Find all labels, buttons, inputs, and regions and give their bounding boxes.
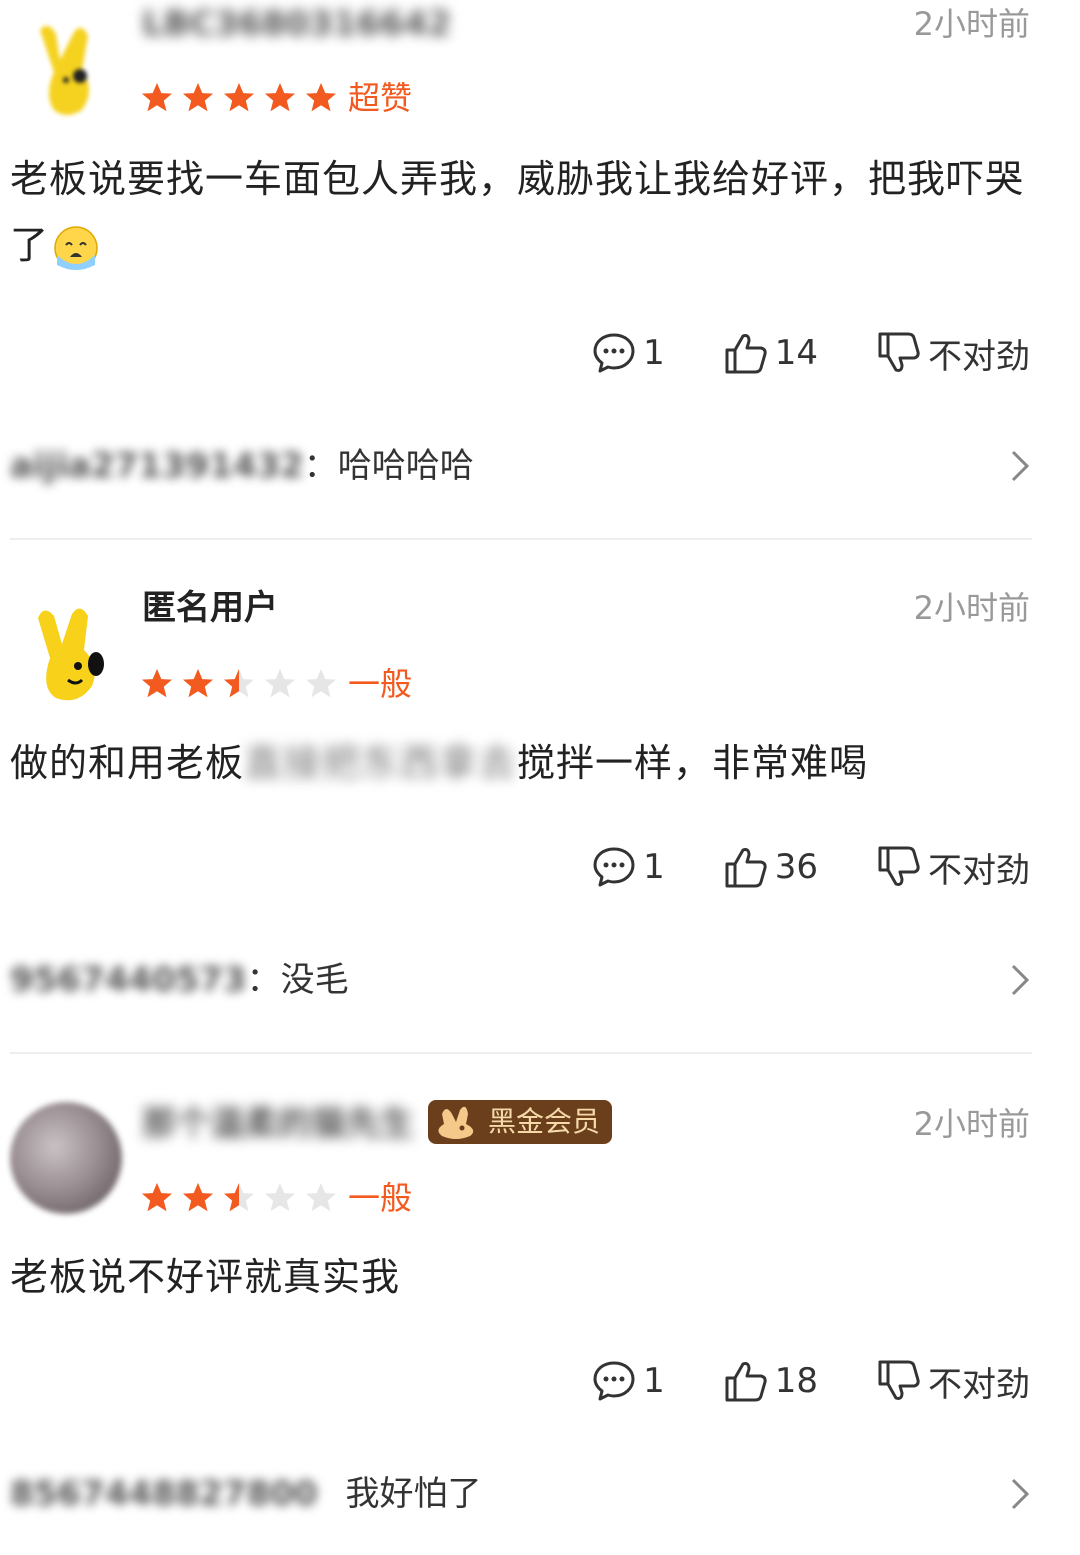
comment-count: 1 bbox=[643, 333, 665, 373]
divider bbox=[10, 538, 1032, 540]
avatar[interactable] bbox=[10, 1102, 122, 1214]
avatar[interactable] bbox=[10, 10, 122, 122]
thumbs-up-icon bbox=[725, 334, 767, 374]
thumbs-down-icon bbox=[878, 846, 920, 886]
reply-username: aijia271391432 bbox=[10, 446, 304, 486]
reply-username: 8567448827800 bbox=[10, 1474, 318, 1514]
dislike-button[interactable]: 不对劲 bbox=[876, 843, 1030, 892]
comment-button[interactable]: 1 bbox=[591, 1358, 665, 1404]
star-icon bbox=[224, 83, 254, 112]
reply-preview[interactable]: 8567448827800 我好怕了 bbox=[10, 1464, 1040, 1524]
review-text: 老板说不好评就真实我 bbox=[10, 1244, 1040, 1310]
review-time: 2小时前 bbox=[913, 5, 1030, 43]
comment-icon bbox=[593, 333, 635, 373]
star-rating bbox=[140, 1178, 345, 1218]
star-icon bbox=[306, 83, 336, 112]
thumbs-down-icon bbox=[878, 1360, 920, 1400]
star-rating bbox=[140, 78, 345, 118]
star-icon bbox=[183, 669, 213, 698]
reply-separator: ： bbox=[303, 446, 338, 486]
rating-label: 超赞 bbox=[348, 79, 413, 117]
chevron-right-icon[interactable] bbox=[1008, 962, 1032, 998]
dislike-button[interactable]: 不对劲 bbox=[876, 1357, 1030, 1406]
comment-icon bbox=[593, 847, 635, 887]
star-icon bbox=[183, 1183, 213, 1212]
like-count: 18 bbox=[774, 1361, 818, 1401]
star-icon bbox=[142, 669, 172, 698]
comment-button[interactable]: 1 bbox=[591, 844, 665, 890]
star-rating bbox=[140, 664, 345, 704]
member-badge: 黑金会员 bbox=[428, 1100, 613, 1144]
username[interactable]: LBC3680316642 bbox=[142, 2, 451, 46]
username[interactable]: 匿名用户 bbox=[142, 586, 278, 630]
reply-preview[interactable]: aijia271391432：哈哈哈哈 bbox=[10, 436, 1040, 496]
star-icon bbox=[306, 669, 336, 698]
crying-face-emoji bbox=[54, 225, 98, 270]
member-badge-label: 黑金会员 bbox=[488, 1105, 601, 1138]
review-text-part: 做的和用老板 bbox=[10, 741, 245, 785]
star-icon bbox=[265, 83, 295, 112]
rating-label: 一般 bbox=[348, 1179, 413, 1217]
avatar[interactable] bbox=[10, 594, 122, 706]
star-icon bbox=[142, 1183, 172, 1212]
comment-count: 1 bbox=[643, 847, 665, 887]
like-button[interactable]: 14 bbox=[723, 330, 818, 376]
like-count: 14 bbox=[774, 333, 818, 373]
reply-text: 我好怕了 bbox=[345, 1474, 482, 1514]
like-button[interactable]: 36 bbox=[723, 844, 818, 890]
review-text-censored: 直接把东西拿去 bbox=[244, 741, 518, 785]
star-icon bbox=[142, 83, 172, 112]
reply-text: 哈哈哈哈 bbox=[337, 446, 474, 486]
username[interactable]: 那个温柔的猫先生 bbox=[142, 1102, 414, 1146]
dislike-label: 不对劲 bbox=[928, 336, 1030, 377]
like-button[interactable]: 18 bbox=[723, 1358, 818, 1404]
divider bbox=[10, 1052, 1032, 1054]
chevron-right-icon[interactable] bbox=[1008, 1476, 1032, 1512]
review-time: 2小时前 bbox=[913, 1105, 1030, 1143]
star-icon bbox=[306, 1183, 336, 1212]
dislike-button[interactable]: 不对劲 bbox=[876, 329, 1030, 378]
chevron-right-icon[interactable] bbox=[1008, 448, 1032, 484]
thumbs-up-icon bbox=[725, 848, 767, 888]
reply-text: 没毛 bbox=[280, 960, 349, 1000]
review-actions: 1 14 不对劲 bbox=[533, 328, 1030, 378]
comment-button[interactable]: 1 bbox=[591, 330, 665, 376]
review-actions: 1 18 不对劲 bbox=[533, 1356, 1030, 1406]
reply-separator: ： bbox=[246, 960, 281, 1000]
star-icon bbox=[265, 1183, 295, 1212]
dislike-label: 不对劲 bbox=[928, 1364, 1030, 1405]
star-icon bbox=[224, 669, 254, 698]
rabbit-badge-icon bbox=[438, 1106, 474, 1139]
reply-preview[interactable]: 9567440573：没毛 bbox=[10, 950, 1040, 1010]
thumbs-down-icon bbox=[878, 332, 920, 372]
star-icon bbox=[183, 83, 213, 112]
reply-username: 9567440573 bbox=[10, 960, 247, 1000]
thumbs-up-icon bbox=[725, 1362, 767, 1402]
review-text: 老板说要找一车面包人弄我，威胁我让我给好评，把我吓哭了 bbox=[10, 146, 1040, 278]
review-time: 2小时前 bbox=[913, 589, 1030, 627]
comment-count: 1 bbox=[643, 1361, 665, 1401]
review-text-part: 搅拌一样，非常难喝 bbox=[517, 741, 869, 785]
review-text-body: 老板说要找一车面包人弄我，威胁我让我给好评，把我吓哭了 bbox=[10, 157, 1025, 267]
review-actions: 1 36 不对劲 bbox=[533, 842, 1030, 892]
dislike-label: 不对劲 bbox=[928, 850, 1030, 891]
rating-label: 一般 bbox=[348, 665, 413, 703]
star-icon bbox=[265, 669, 295, 698]
review-text-body: 老板说不好评就真实我 bbox=[10, 1255, 401, 1299]
review-text: 做的和用老板直接把东西拿去搅拌一样，非常难喝 bbox=[10, 730, 1040, 796]
star-icon bbox=[224, 1183, 254, 1212]
like-count: 36 bbox=[774, 847, 818, 887]
comment-icon bbox=[593, 1361, 635, 1401]
